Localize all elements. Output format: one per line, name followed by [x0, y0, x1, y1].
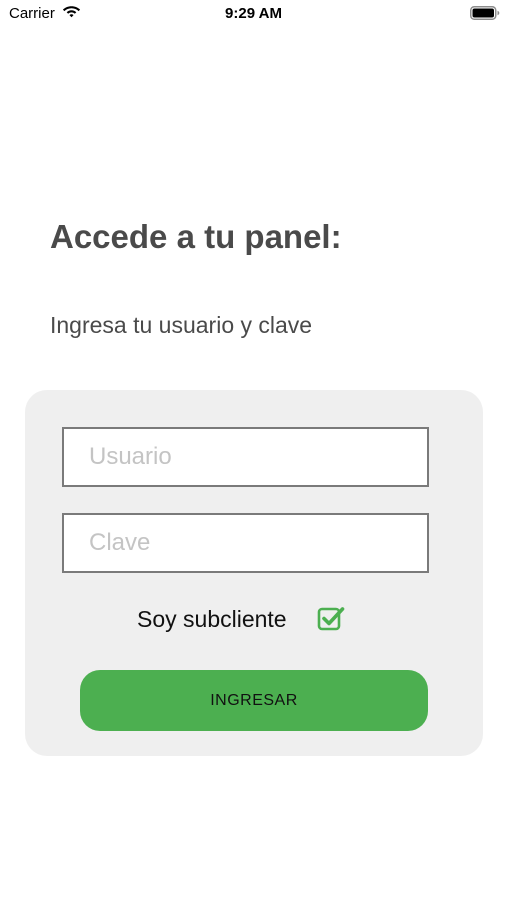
status-time: 9:29 AM — [225, 5, 282, 22]
page-subtitle: Ingresa tu usuario y clave — [50, 312, 313, 338]
username-field[interactable] — [62, 427, 429, 487]
password-field[interactable] — [62, 513, 429, 573]
login-card: Soy subcliente INGRESAR — [25, 390, 483, 756]
submit-button[interactable]: INGRESAR — [80, 670, 428, 731]
battery-icon — [470, 6, 500, 20]
status-bar: Carrier 9:29 AM — [0, 0, 507, 28]
subclient-label: Soy subcliente — [137, 606, 287, 632]
checkbox-checked-icon[interactable] — [317, 605, 345, 633]
password-input[interactable] — [64, 515, 427, 571]
page-title: Accede a tu panel: — [50, 218, 342, 255]
subclient-row: Soy subcliente — [25, 605, 483, 635]
username-input[interactable] — [64, 429, 427, 485]
